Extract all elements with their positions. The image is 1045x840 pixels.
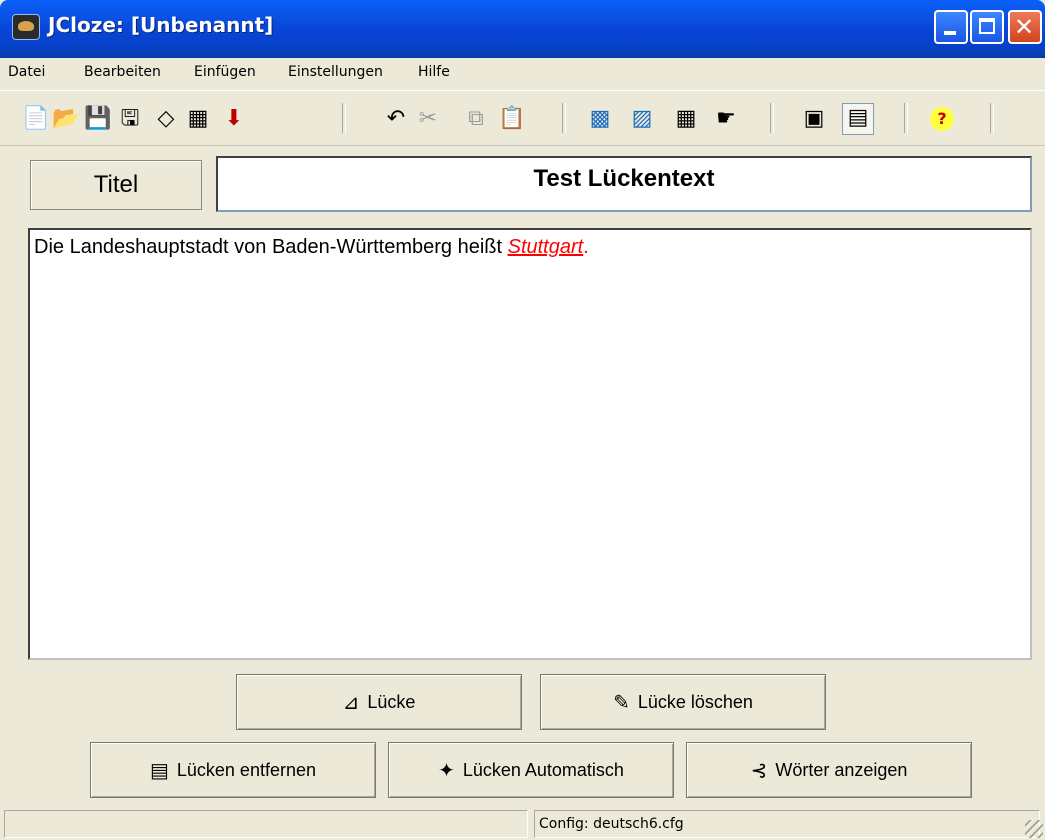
tree-icon: ⊰ [750,759,768,782]
delete-gap-button-label: Lücke löschen [637,691,753,712]
menu-einfuegen[interactable]: Einfügen [194,64,256,80]
save-as-icon[interactable]: 🖫 [116,105,144,133]
menu-einstellungen[interactable]: Einstellungen [288,64,383,80]
gap-button-label: Lücke [367,691,416,712]
toolbar-separator [904,103,908,133]
paste-icon[interactable]: 📋 [498,105,526,133]
web-page-icon[interactable]: ▩ [586,105,614,133]
magic-wand-icon: ✦ [438,759,455,782]
minimize-button[interactable] [934,10,968,44]
save-icon[interactable]: 💾 [84,105,112,133]
menu-bearbeiten[interactable]: Bearbeiten [84,64,161,80]
eraser-icon[interactable]: ◇ [152,105,180,133]
show-words-button-label: Wörter anzeigen [775,759,908,780]
close-icon: ✕ [1014,13,1035,41]
drag-drop-icon[interactable]: ▦ [672,105,700,133]
copy-icon[interactable]: ⧉ [462,105,490,133]
down-arrow-icon[interactable]: ⬇ [220,105,248,133]
status-bar: Config: deutsch6.cfg [0,806,1045,840]
gap-word[interactable]: Stuttgart [508,236,584,258]
hand-icon[interactable]: ☛ [712,105,740,133]
open-folder-icon[interactable]: 📂 [52,105,80,133]
undo-icon[interactable]: ↶ [382,105,410,133]
status-pane-empty [4,810,528,838]
window-title: JCloze: [Unbenannt] [48,13,274,37]
gap-icon: ⊿ [342,691,360,714]
close-button[interactable]: ✕ [1008,10,1042,44]
cut-icon[interactable]: ✂ [414,105,442,133]
maximize-button[interactable] [970,10,1004,44]
toolbar-separator [770,103,774,133]
resize-grip[interactable] [1025,820,1043,838]
toolbar: 📄 📂 💾 🖫 ◇ ▦ ⬇ ↶ ✂ ⧉ 📋 ▩ ▨ ▦ ☛ ▣ ▤ ? [0,90,1045,146]
toolbar-separator [562,103,566,133]
remove-gaps-button-label: Lücken entfernen [176,759,316,780]
web-export-icon[interactable]: ▨ [628,105,656,133]
eraser-icon: ✎ [613,691,630,714]
options-icon[interactable]: ▤ [842,103,874,135]
text-after-gap: . [583,236,589,258]
status-config: Config: deutsch6.cfg [534,810,1040,838]
auto-gaps-button[interactable]: ✦ Lücken Automatisch [388,742,674,798]
title-bar[interactable]: JCloze: [Unbenannt] ✕ [0,0,1045,58]
text-before-gap: Die Landeshauptstadt von Baden-Württembe… [34,236,508,258]
menu-hilfe[interactable]: Hilfe [418,64,450,80]
config-icon[interactable]: ▣ [800,105,828,133]
title-label: Titel [30,160,202,210]
app-icon[interactable] [12,14,40,40]
maximize-icon [979,18,995,34]
export-web-icon[interactable]: ▦ [184,105,212,133]
toolbar-separator [990,103,994,133]
remove-gaps-button[interactable]: ▤ Lücken entfernen [90,742,376,798]
delete-gap-button[interactable]: ✎ Lücke löschen [540,674,826,730]
auto-gaps-button-label: Lücken Automatisch [462,759,624,780]
cloze-text-area[interactable]: Die Landeshauptstadt von Baden-Württembe… [28,228,1032,660]
remove-gaps-icon: ▤ [149,759,169,782]
gap-button[interactable]: ⊿ Lücke [236,674,522,730]
minimize-icon [944,31,956,35]
menu-bar: Datei Bearbeiten Einfügen Einstellungen … [0,58,1045,88]
menu-datei[interactable]: Datei [8,64,45,80]
show-words-button[interactable]: ⊰ Wörter anzeigen [686,742,972,798]
help-icon[interactable]: ? [930,107,954,131]
toolbar-separator [342,103,346,133]
new-file-icon[interactable]: 📄 [22,105,50,133]
title-input[interactable]: Test Lückentext [216,156,1032,212]
